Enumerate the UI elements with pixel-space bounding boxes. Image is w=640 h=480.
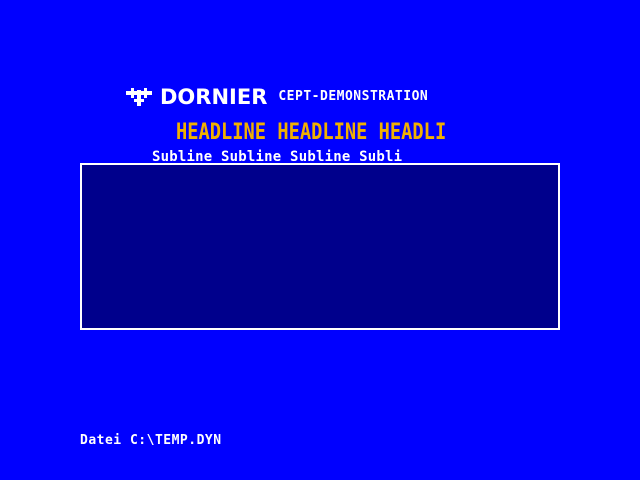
brand-header: DORNIER CEPT-DEMONSTRATION <box>126 86 428 108</box>
file-path-label: Datei C:\TEMP.DYN <box>80 433 222 448</box>
content-frame <box>80 163 560 330</box>
dornier-logo-icon <box>126 88 152 106</box>
headline: HEADLINE HEADLINE HEADLI <box>176 120 447 145</box>
demo-title: CEPT-DEMONSTRATION <box>278 89 429 104</box>
brand-name: DORNIER <box>160 85 268 109</box>
cept-screen: DORNIER CEPT-DEMONSTRATION HEADLINE HEAD… <box>0 0 640 480</box>
